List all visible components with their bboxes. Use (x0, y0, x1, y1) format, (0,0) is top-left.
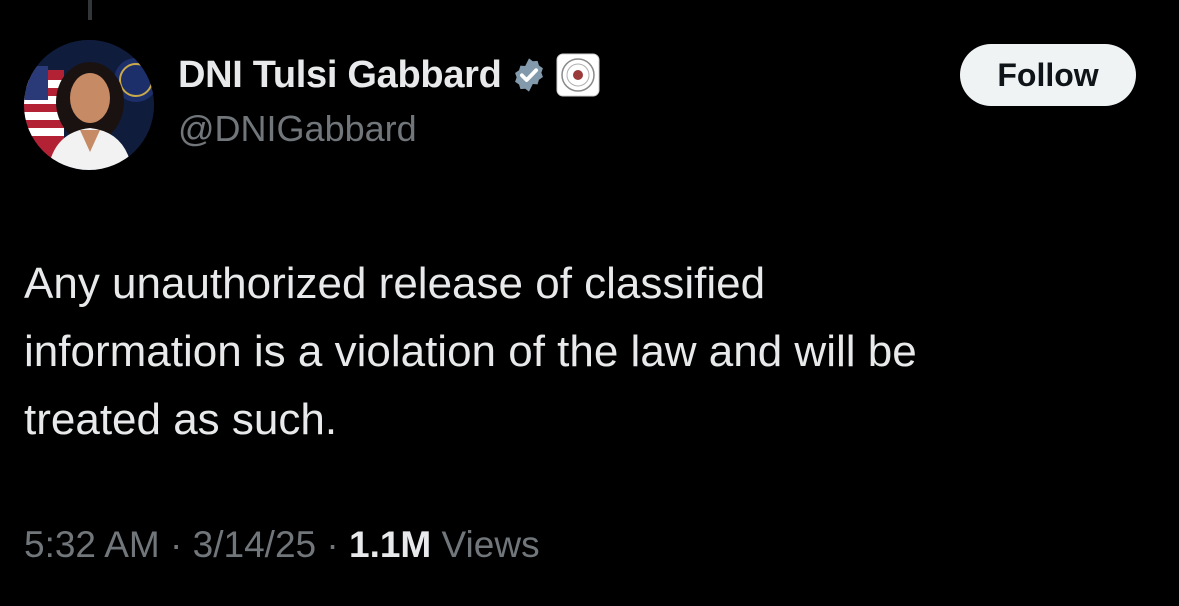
avatar[interactable] (24, 40, 154, 170)
display-name[interactable]: DNI Tulsi Gabbard (178, 54, 502, 97)
tweet-time[interactable]: 5:32 AM (24, 524, 160, 566)
avatar-photo (24, 40, 154, 170)
verified-badge-icon[interactable] (510, 56, 548, 94)
government-seal-icon[interactable] (556, 53, 600, 97)
tweet-text: Any unauthorized release of classified i… (24, 259, 917, 444)
views-label: Views (431, 524, 540, 565)
tweet-meta: 5:32 AM · 3/14/25 · 1.1M Views (24, 524, 540, 566)
tweet-date[interactable]: 3/14/25 (193, 524, 316, 566)
thread-connector-line (88, 0, 92, 20)
author-name-row: DNI Tulsi Gabbard (178, 50, 600, 100)
views-count[interactable]: 1.1M (349, 524, 431, 566)
author-handle[interactable]: @DNIGabbard (178, 108, 417, 150)
meta-separator: · (316, 524, 349, 565)
meta-separator: · (159, 524, 193, 565)
follow-button[interactable]: Follow (960, 44, 1136, 106)
